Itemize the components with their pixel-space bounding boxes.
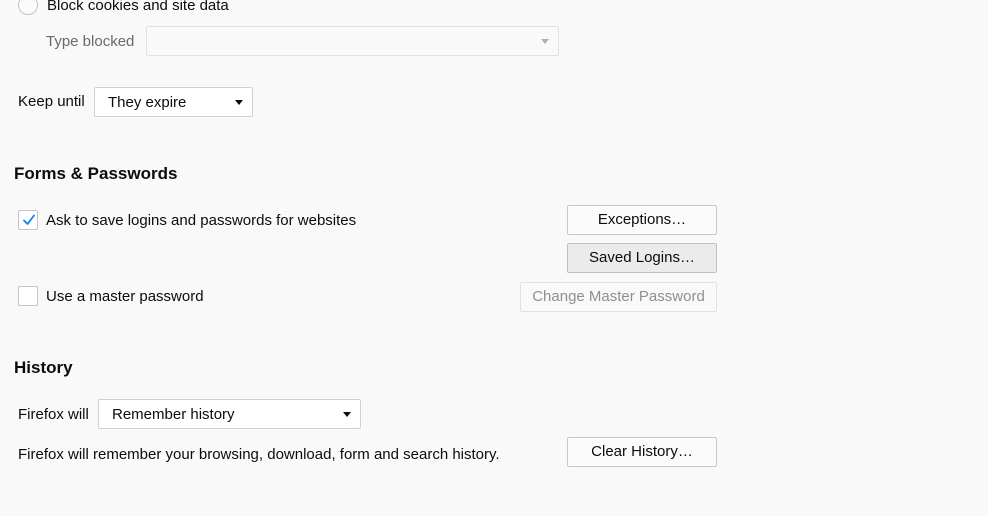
master-password-label: Use a master password	[46, 288, 204, 305]
type-blocked-label: Type blocked	[46, 33, 135, 50]
checkmark-icon	[23, 214, 35, 225]
forms-passwords-heading: Forms & Passwords	[14, 164, 178, 183]
keep-until-label: Keep until	[18, 93, 85, 110]
master-password-checkbox[interactable]	[18, 286, 38, 306]
chevron-down-icon	[343, 412, 351, 417]
chevron-down-icon	[235, 100, 243, 105]
clear-history-button[interactable]: Clear History…	[567, 437, 717, 467]
change-master-password-button[interactable]: Change Master Password	[520, 282, 717, 312]
exceptions-button[interactable]: Exceptions…	[567, 205, 717, 235]
firefox-will-label: Firefox will	[18, 406, 89, 423]
block-cookies-label: Block cookies and site data	[47, 0, 229, 14]
history-mode-value: Remember history	[112, 406, 235, 423]
block-cookies-radio[interactable]	[18, 0, 38, 15]
history-description: Firefox will remember your browsing, dow…	[18, 446, 500, 463]
history-heading: History	[14, 358, 73, 377]
ask-save-logins-checkbox[interactable]	[18, 210, 38, 230]
chevron-down-icon	[541, 39, 549, 44]
saved-logins-button[interactable]: Saved Logins…	[567, 243, 717, 273]
ask-save-logins-label: Ask to save logins and passwords for web…	[46, 212, 357, 229]
keep-until-select[interactable]: They expire	[94, 87, 253, 117]
keep-until-value: They expire	[108, 94, 187, 111]
type-blocked-select[interactable]	[146, 26, 559, 56]
history-mode-select[interactable]: Remember history	[98, 399, 361, 429]
